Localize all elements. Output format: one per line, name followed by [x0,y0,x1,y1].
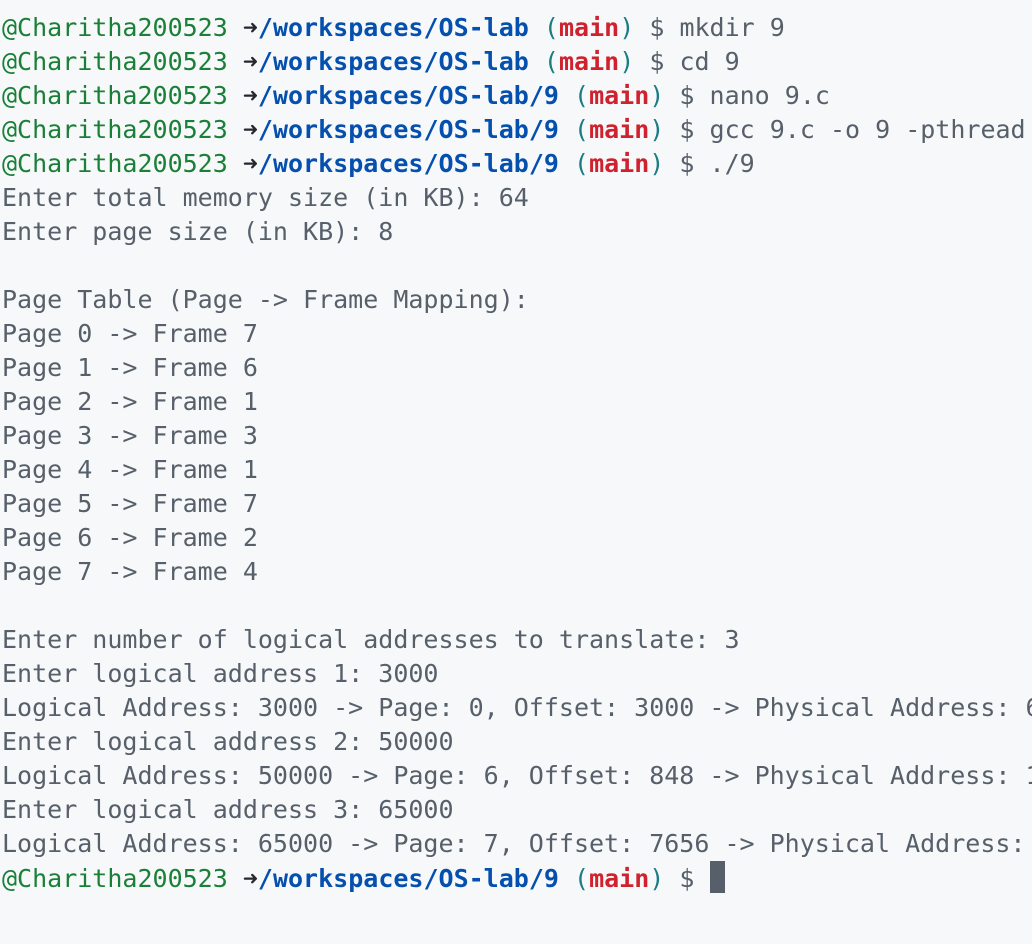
prompt-arrow: ➜ [242,13,258,42]
prompt-dollar: $ [679,864,695,893]
prompt-dollar: $ [649,13,665,42]
prompt-branch: main [589,81,650,110]
prompt-path: /workspaces/OS-lab [257,13,529,42]
prompt-line: @Charitha200523 ➜/workspaces/OS-lab/9 (m… [2,115,1026,144]
prompt-path: /workspaces/OS-lab/9 [257,115,559,144]
page-table-row: Page 7 -> Frame 4 [2,557,258,586]
prompt-branch: main [589,115,650,144]
prompt-path: /workspaces/OS-lab [257,47,529,76]
prompt-user: @Charitha200523 [2,47,228,76]
output-line: Enter logical address 3: 65000 [2,795,454,824]
command-text: cd 9 [679,47,740,76]
translation-result: Logical Address: 65000 -> Page: 7, Offse… [2,829,1032,858]
output-line: Enter page size (in KB): 8 [2,217,394,246]
prompt-arrow: ➜ [242,115,258,144]
prompt-dollar: $ [679,81,695,110]
prompt-line: @Charitha200523 ➜/workspaces/OS-lab/9 (m… [2,149,755,178]
prompt-branch: main [558,13,620,42]
prompt-path: /workspaces/OS-lab/9 [257,149,559,178]
prompt-dollar: $ [679,115,695,144]
prompt-user: @Charitha200523 [2,13,228,42]
translation-result: Logical Address: 50000 -> Page: 6, Offse… [2,761,1032,790]
page-table-row: Page 2 -> Frame 1 [2,387,258,416]
prompt-line: @Charitha200523 ➜/workspaces/OS-lab (mai… [2,47,740,76]
text-cursor[interactable] [709,861,725,893]
prompt-user: @Charitha200523 [2,149,228,178]
active-prompt-line[interactable]: @Charitha200523 ➜/workspaces/OS-lab/9 (m… [2,861,1032,895]
prompt-branch: main [589,149,650,178]
output-line: Enter logical address 2: 50000 [2,727,454,756]
command-text: ./9 [709,149,755,178]
prompt-dollar: $ [679,149,695,178]
prompt-user: @Charitha200523 [2,81,228,110]
output-line: Enter number of logical addresses to tra… [2,625,740,654]
prompt-arrow: ➜ [242,149,258,178]
output-line: Enter total memory size (in KB): 64 [2,183,529,212]
page-table-row: Page 6 -> Frame 2 [2,523,258,552]
page-table-row: Page 3 -> Frame 3 [2,421,258,450]
command-text: nano 9.c [709,81,830,110]
prompt-user: @Charitha200523 [2,115,228,144]
page-table-heading: Page Table (Page -> Frame Mapping): [2,285,529,314]
prompt-path: /workspaces/OS-lab/9 [257,81,559,110]
terminal-window[interactable]: @Charitha200523 ➜/workspaces/OS-lab (mai… [0,0,1032,944]
output-line: Enter logical address 1: 3000 [2,659,439,688]
translation-result: Logical Address: 3000 -> Page: 0, Offset… [2,693,1032,722]
prompt-arrow: ➜ [242,47,258,76]
prompt-user: @Charitha200523 [2,864,228,893]
page-table-row: Page 0 -> Frame 7 [2,319,258,348]
page-table-row: Page 5 -> Frame 7 [2,489,258,518]
prompt-arrow: ➜ [242,81,258,110]
command-text: mkdir 9 [679,13,785,42]
prompt-arrow: ➜ [242,864,258,893]
prompt-branch: main [558,47,620,76]
prompt-path: /workspaces/OS-lab/9 [257,864,559,893]
prompt-dollar: $ [649,47,665,76]
prompt-line: @Charitha200523 ➜/workspaces/OS-lab (mai… [2,13,785,42]
page-table-row: Page 1 -> Frame 6 [2,353,258,382]
prompt-line: @Charitha200523 ➜/workspaces/OS-lab/9 (m… [2,81,830,110]
command-text: gcc 9.c -o 9 -pthread [709,115,1026,144]
prompt-branch: main [589,864,650,893]
page-table-row: Page 4 -> Frame 1 [2,455,258,484]
